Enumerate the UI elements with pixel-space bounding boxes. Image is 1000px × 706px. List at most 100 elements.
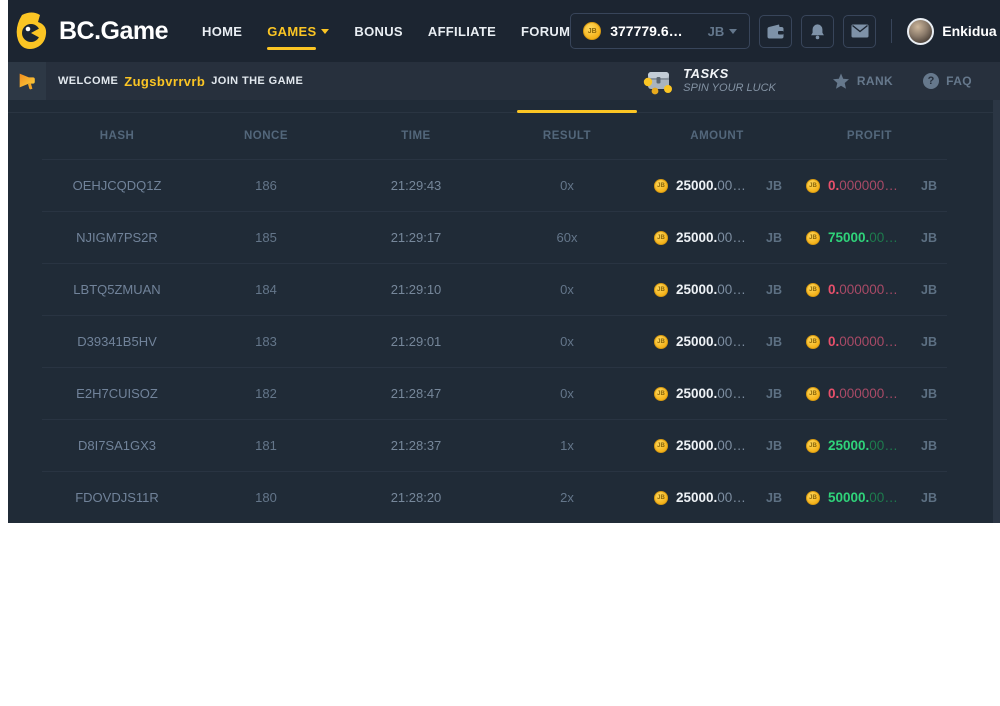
welcome-banner: WELCOME Zugsbvrrvrb JOIN THE GAME [8, 62, 1000, 100]
bet-hash: OEHJCQDQ1Z [42, 178, 192, 193]
divider [891, 19, 892, 43]
coin-icon: JB [654, 491, 668, 505]
bet-result: 0x [492, 178, 642, 193]
rank-link[interactable]: RANK [832, 73, 893, 90]
nav-item-affiliate[interactable]: AFFILIATE [428, 24, 496, 39]
welcome-message: WELCOME Zugsbvrrvrb JOIN THE GAME [58, 74, 303, 89]
bet-time: 21:28:37 [340, 438, 492, 453]
balance-currency: JB [708, 24, 738, 39]
bet-time: 21:29:10 [340, 282, 492, 297]
user-menu[interactable]: Enkidua [907, 18, 1000, 45]
bet-result: 0x [492, 386, 642, 401]
currency-label: JB [766, 231, 782, 245]
coin-icon: JB [654, 231, 668, 245]
balance-value: 377779.6… [610, 23, 682, 39]
tasks-subtitle: SPIN YOUR LUCK [683, 82, 776, 95]
currency-label: JB [766, 179, 782, 193]
banner-links: TASKS SPIN YOUR LUCK RANK ? FAQ [642, 67, 972, 95]
currency-label: JB [921, 439, 937, 453]
bcgame-logo[interactable]: BC.Game [14, 12, 168, 50]
bet-profit: JB 0.000000… JB [792, 334, 947, 349]
logo-text: BC.Game [59, 17, 168, 46]
column-header-amount: AMOUNT [642, 130, 792, 142]
bet-nonce: 184 [192, 282, 340, 297]
vertical-scrollbar[interactable] [993, 100, 1000, 523]
column-header-result: RESULT [492, 130, 642, 142]
table-row[interactable]: D8I7SA1GX3 181 21:28:37 1x JB 25000.00… … [42, 419, 947, 471]
coin-icon: JB [806, 491, 820, 505]
bet-time: 21:28:47 [340, 386, 492, 401]
coin-icon: JB [806, 179, 820, 193]
currency-label: JB [766, 439, 782, 453]
table-row[interactable]: FDOVDJS11R 180 21:28:20 2x JB 25000.00… … [42, 471, 947, 523]
table-header-row: HASH NONCE TIME RESULT AMOUNT PROFIT [42, 112, 947, 159]
announcement-block [8, 62, 46, 100]
table-row[interactable]: NJIGM7PS2R 185 21:29:17 60x JB 25000.00…… [42, 211, 947, 263]
bet-time: 21:28:20 [340, 490, 492, 505]
bet-result: 1x [492, 438, 642, 453]
bet-hash: FDOVDJS11R [42, 490, 192, 505]
bet-hash: NJIGM7PS2R [42, 230, 192, 245]
table-row[interactable]: LBTQ5ZMUAN 184 21:29:10 0x JB 25000.00… … [42, 263, 947, 315]
avatar [907, 18, 934, 45]
bet-profit: JB 0.000000… JB [792, 178, 947, 193]
bet-nonce: 180 [192, 490, 340, 505]
column-header-nonce: NONCE [192, 130, 340, 142]
bet-profit: JB 75000.00… JB [792, 230, 947, 245]
bet-time: 21:29:01 [340, 334, 492, 349]
megaphone-icon [16, 70, 38, 92]
balance-dropdown[interactable]: JB 377779.6… JB [570, 13, 750, 49]
table-row[interactable]: D39341B5HV 183 21:29:01 0x JB 25000.00… … [42, 315, 947, 367]
notifications-button[interactable] [801, 15, 834, 48]
nav-item-home[interactable]: HOME [202, 24, 242, 39]
bet-time: 21:29:43 [340, 178, 492, 193]
coin-icon: JB [806, 283, 820, 297]
currency-label: JB [766, 283, 782, 297]
chevron-down-icon [321, 29, 329, 34]
bet-amount: JB 25000.00… JB [642, 490, 792, 505]
coin-icon: JB [806, 335, 820, 349]
bcgame-logo-icon [14, 12, 50, 50]
table-row[interactable]: OEHJCQDQ1Z 186 21:29:43 0x JB 25000.00… … [42, 159, 947, 211]
coin-icon: JB [654, 439, 668, 453]
nav-item-games[interactable]: GAMES [267, 24, 329, 39]
bet-time: 21:29:17 [340, 230, 492, 245]
tasks-link[interactable]: TASKS SPIN YOUR LUCK [642, 67, 776, 95]
bets-table: HASH NONCE TIME RESULT AMOUNT PROFIT OEH… [42, 112, 947, 523]
bet-amount: JB 25000.00… JB [642, 438, 792, 453]
bet-profit: JB 50000.00… JB [792, 490, 947, 505]
bet-nonce: 186 [192, 178, 340, 193]
bet-amount: JB 25000.00… JB [642, 282, 792, 297]
bet-amount: JB 25000.00… JB [642, 178, 792, 193]
coin-icon: JB [806, 439, 820, 453]
treasure-chest-icon [642, 67, 674, 95]
currency-label: JB [921, 231, 937, 245]
coin-icon: JB [654, 335, 668, 349]
messages-button[interactable] [843, 15, 876, 48]
bets-panel: HASH NONCE TIME RESULT AMOUNT PROFIT OEH… [8, 100, 1000, 523]
currency-label: JB [766, 387, 782, 401]
main-nav: HOME GAMES BONUS AFFILIATE FORUM [202, 24, 570, 39]
column-header-hash: HASH [42, 130, 192, 142]
bet-amount: JB 25000.00… JB [642, 230, 792, 245]
coin-icon: JB [806, 387, 820, 401]
bet-hash: D8I7SA1GX3 [42, 438, 192, 453]
bet-profit: JB 25000.00… JB [792, 438, 947, 453]
nav-item-forum[interactable]: FORUM [521, 24, 570, 39]
navbar-right: JB 377779.6… JB [570, 13, 1000, 49]
currency-label: JB [921, 179, 937, 193]
faq-link[interactable]: ? FAQ [923, 73, 972, 89]
currency-label: JB [921, 387, 937, 401]
table-row[interactable]: E2H7CUISOZ 182 21:28:47 0x JB 25000.00… … [42, 367, 947, 419]
bet-amount: JB 25000.00… JB [642, 334, 792, 349]
coin-icon: JB [806, 231, 820, 245]
coin-icon: JB [654, 387, 668, 401]
bet-nonce: 185 [192, 230, 340, 245]
wallet-button[interactable] [759, 15, 792, 48]
app-window: BC.Game HOME GAMES BONUS AFFILIATE FORUM… [8, 0, 1000, 523]
bet-nonce: 181 [192, 438, 340, 453]
currency-label: JB [766, 335, 782, 349]
bell-icon [809, 23, 826, 40]
currency-label: JB [766, 491, 782, 505]
nav-item-bonus[interactable]: BONUS [354, 24, 402, 39]
